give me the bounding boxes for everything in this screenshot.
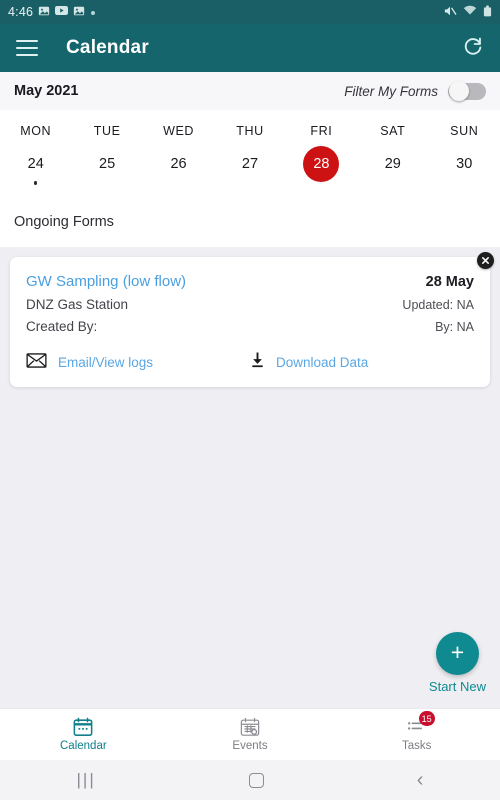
- event-dot-indicator: [33, 181, 38, 185]
- wifi-icon: [463, 5, 477, 19]
- month-filter-bar: May 2021 Filter My Forms: [0, 72, 500, 110]
- form-card-container: GW Sampling (low flow) 28 May DNZ Gas St…: [0, 247, 500, 387]
- page-title: Calendar: [66, 37, 149, 58]
- date-number: 29: [384, 156, 401, 172]
- bottom-navigation-bar: Calendar Events 15 Tasks: [0, 708, 500, 760]
- events-calendar-icon: [239, 717, 261, 737]
- content-area: GW Sampling (low flow) 28 May DNZ Gas St…: [0, 247, 500, 708]
- home-icon[interactable]: [248, 772, 264, 788]
- week-strip: MON TUE WED THU FRI SAT SUN 24 25 26 27 …: [0, 110, 500, 200]
- nav-label-tasks: Tasks: [401, 740, 432, 752]
- day-name-fri: FRI: [310, 124, 333, 138]
- nav-label-events: Events: [232, 740, 268, 752]
- photo-icon: [38, 5, 50, 20]
- gallery-icon: [73, 5, 85, 20]
- day-name-thu: THU: [236, 124, 264, 138]
- date-number: 27: [241, 156, 259, 172]
- date-number: 30: [456, 156, 473, 172]
- form-updated: Updated: NA: [402, 298, 474, 312]
- battery-icon: [483, 5, 492, 20]
- day-name-sun: SUN: [450, 124, 479, 138]
- nav-item-tasks[interactable]: 15 Tasks: [333, 709, 500, 760]
- form-card-row-title: GW Sampling (low flow) 28 May: [26, 273, 474, 290]
- form-created-by-label: Created By:: [26, 319, 98, 334]
- date-number: 25: [99, 156, 116, 172]
- date-row: 24 25 26 27 28 29 30: [0, 142, 500, 194]
- form-by-value: By: NA: [435, 320, 474, 334]
- day-name-tue: TUE: [93, 124, 121, 138]
- date-cell-24[interactable]: 24: [0, 142, 71, 194]
- plus-icon: +: [450, 639, 465, 665]
- envelope-icon: [26, 352, 47, 373]
- fab-circle[interactable]: +: [435, 632, 479, 675]
- app-bar: Calendar: [0, 24, 500, 72]
- date-cell-29[interactable]: 29: [357, 142, 428, 194]
- youtube-icon: [55, 5, 69, 19]
- date-number: 26: [170, 156, 187, 172]
- system-navigation-bar: ||| ‹: [0, 760, 500, 800]
- nav-label-calendar: Calendar: [60, 740, 107, 752]
- form-card-actions: Email/View logs Download Data: [26, 352, 474, 373]
- email-view-logs-label: Email/View logs: [58, 355, 154, 370]
- back-icon[interactable]: ‹: [417, 770, 424, 790]
- close-icon[interactable]: [477, 252, 494, 269]
- status-bar-left: 4:46: [8, 5, 96, 20]
- mute-icon: [443, 5, 457, 20]
- form-card-row-site: DNZ Gas Station Updated: NA: [26, 297, 474, 312]
- status-bar-right: [443, 5, 492, 20]
- day-name-mon: MON: [20, 124, 52, 138]
- recent-apps-icon[interactable]: |||: [77, 770, 96, 790]
- toggle-knob: [449, 81, 469, 101]
- tasks-list-icon: 15: [406, 711, 435, 737]
- day-name-sat: SAT: [380, 124, 406, 138]
- status-bar: 4:46: [0, 0, 500, 24]
- day-name-row: MON TUE WED THU FRI SAT SUN: [0, 118, 500, 142]
- email-view-logs-button[interactable]: Email/View logs: [26, 352, 250, 373]
- dot-icon: [90, 5, 96, 19]
- date-number: 24: [27, 156, 44, 172]
- date-cell-27[interactable]: 27: [214, 142, 285, 194]
- form-site-name: DNZ Gas Station: [26, 297, 129, 312]
- download-data-button[interactable]: Download Data: [250, 352, 368, 373]
- filter-my-forms-toggle[interactable]: [448, 81, 486, 101]
- day-name-wed: WED: [163, 124, 195, 138]
- date-cell-28-selected[interactable]: 28: [286, 142, 357, 194]
- refresh-icon[interactable]: [462, 35, 484, 62]
- form-date: 28 May: [425, 274, 474, 290]
- calendar-app-screen: 4:46 Calendar May 2021 Filter My Forms M…: [0, 0, 500, 800]
- tasks-badge: 15: [418, 711, 435, 726]
- calendar-icon: [72, 717, 94, 737]
- start-new-fab[interactable]: + Start New: [429, 632, 486, 694]
- form-title[interactable]: GW Sampling (low flow): [26, 273, 426, 290]
- date-number: 28: [303, 146, 340, 182]
- download-icon: [250, 352, 265, 373]
- section-title: Ongoing Forms: [14, 214, 114, 230]
- date-cell-30[interactable]: 30: [429, 142, 500, 194]
- nav-item-calendar[interactable]: Calendar: [0, 709, 167, 760]
- date-cell-26[interactable]: 26: [143, 142, 214, 194]
- filter-my-forms-label: Filter My Forms: [344, 83, 438, 99]
- start-new-label: Start New: [428, 679, 486, 694]
- hamburger-menu-icon[interactable]: [16, 40, 38, 56]
- download-data-label: Download Data: [276, 355, 369, 370]
- date-cell-25[interactable]: 25: [71, 142, 142, 194]
- status-bar-clock: 4:46: [8, 5, 34, 19]
- nav-item-events[interactable]: Events: [167, 709, 334, 760]
- form-card[interactable]: GW Sampling (low flow) 28 May DNZ Gas St…: [10, 257, 490, 387]
- form-card-row-creator: Created By: By: NA: [26, 319, 474, 334]
- month-label: May 2021: [14, 83, 79, 99]
- ongoing-forms-section-header: Ongoing Forms: [0, 200, 500, 247]
